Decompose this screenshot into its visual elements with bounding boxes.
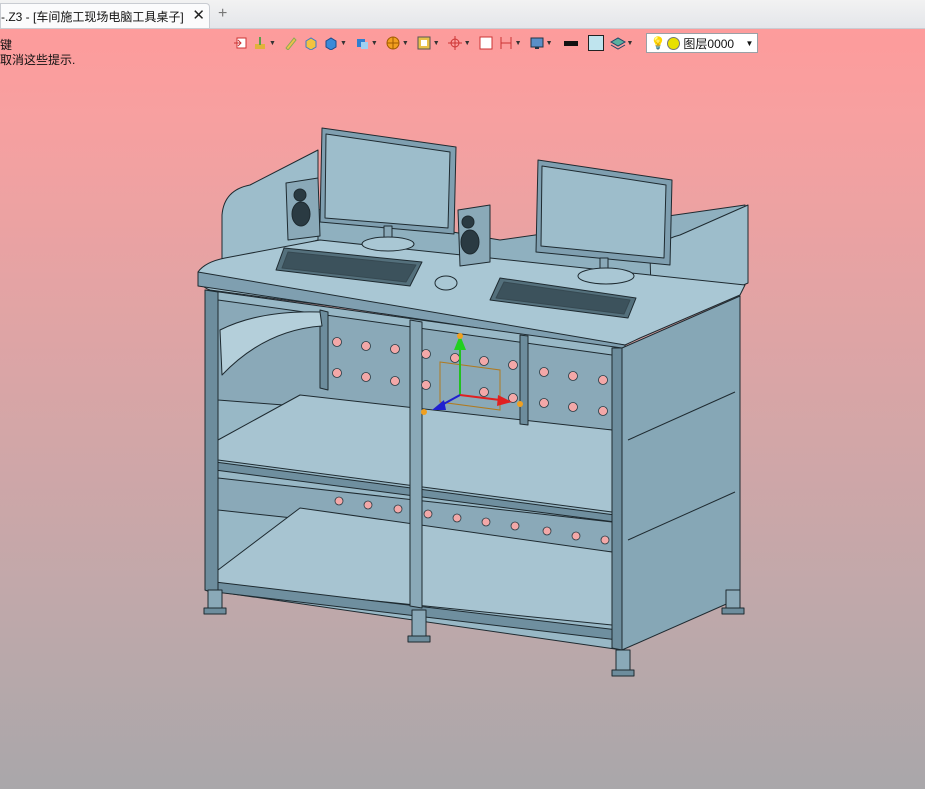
cabinet-side (621, 295, 741, 651)
cad-viewport[interactable] (0, 0, 925, 789)
mouse (434, 275, 458, 291)
